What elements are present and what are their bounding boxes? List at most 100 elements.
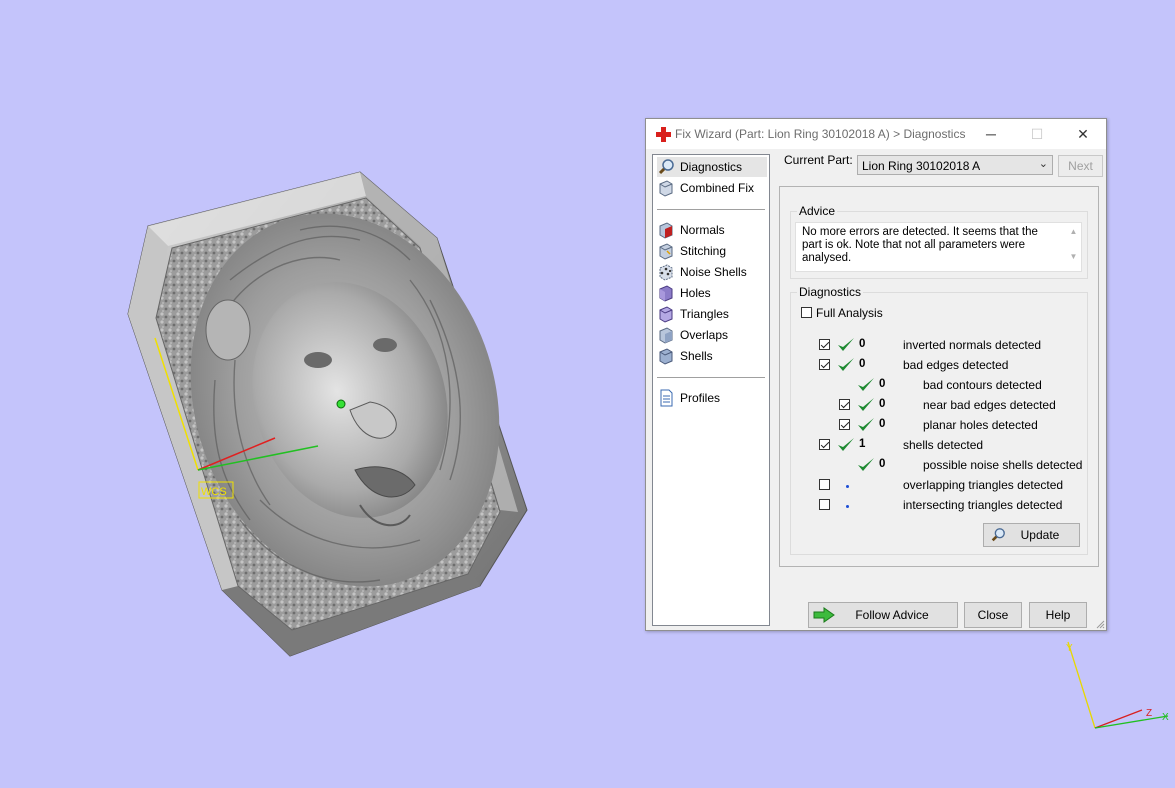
holes-cube-icon: [659, 285, 673, 302]
axis-z-label: Z: [1146, 708, 1152, 719]
minimize-button[interactable]: ─: [968, 119, 1014, 149]
diagnostic-checkbox[interactable]: [819, 439, 830, 450]
pending-dot-icon: [846, 485, 849, 488]
sidebar-item-noise-shells[interactable]: Noise Shells: [657, 262, 767, 282]
lion-eye-left: [304, 352, 332, 368]
normals-cube-icon: [659, 222, 673, 239]
green-check-icon: [838, 438, 854, 451]
sidebar-item-diagnostics[interactable]: Diagnostics: [657, 157, 767, 177]
noise-shells-icon: [659, 264, 673, 281]
lion-eye-right: [373, 338, 397, 352]
diagnostic-label: bad edges detected: [903, 358, 1009, 372]
axis-x-label: X: [1162, 712, 1169, 723]
sidebar-item-label: Normals: [680, 223, 725, 237]
sidebar-item-shells[interactable]: Shells: [657, 346, 767, 366]
sidebar-item-overlaps[interactable]: Overlaps: [657, 325, 767, 345]
sidebar-separator: [657, 209, 765, 211]
sidebar-item-label: Noise Shells: [680, 265, 747, 279]
diagnostic-label: near bad edges detected: [923, 398, 1056, 412]
green-check-icon: [838, 338, 854, 351]
diagnostic-count: 0: [879, 458, 886, 470]
window-title: Fix Wizard (Part: Lion Ring 30102018 A) …: [675, 127, 966, 141]
diagnostic-count: 1: [859, 438, 866, 450]
full-analysis-label: Full Analysis: [816, 306, 883, 320]
advice-title: Advice: [797, 204, 838, 218]
diagnostic-checkbox[interactable]: [819, 499, 830, 510]
scroll-down-icon[interactable]: ▼: [1066, 252, 1081, 261]
diagnostic-row: 0 near bad edges detected: [791, 397, 1087, 415]
green-check-icon: [858, 458, 874, 471]
sidebar-item-label: Profiles: [680, 391, 721, 405]
advice-textbox[interactable]: No more errors are detected. It seems th…: [795, 222, 1082, 272]
help-button[interactable]: Help: [1029, 602, 1087, 628]
full-analysis-checkbox[interactable]: [801, 307, 812, 318]
sidebar-item-label: Combined Fix: [680, 181, 755, 195]
stitching-cube-icon: [659, 243, 673, 260]
wcs-label: WCS: [201, 486, 227, 498]
diagnostics-title: Diagnostics: [797, 285, 864, 299]
green-check-icon: [858, 418, 874, 431]
diagnostic-checkbox[interactable]: [819, 479, 830, 490]
sidebar-item-label: Stitching: [680, 244, 727, 258]
diagnostic-label: overlapping triangles detected: [903, 478, 1064, 492]
sidebar-item-label: Triangles: [680, 307, 729, 321]
sidebar-item-combined-fix[interactable]: Combined Fix: [657, 178, 767, 198]
advice-group: Advice No more errors are detected. It s…: [790, 204, 1088, 279]
diagnostics-group: Diagnostics Full Analysis 0 inverted norm…: [790, 285, 1088, 555]
update-button[interactable]: Update: [983, 523, 1080, 547]
axis-y-label: Y: [1066, 643, 1073, 654]
chevron-down-icon: ⌄: [1038, 158, 1048, 170]
sidebar-item-label: Diagnostics: [680, 160, 743, 174]
close-button[interactable]: Close: [964, 602, 1022, 628]
follow-advice-button[interactable]: Follow Advice: [808, 602, 958, 628]
diagnostic-checkbox[interactable]: [839, 399, 850, 410]
advice-scrollbar[interactable]: ▲ ▼: [1066, 223, 1081, 271]
sidebar-item-triangles[interactable]: Triangles: [657, 304, 767, 324]
document-icon: [660, 389, 673, 407]
diagnostic-row: 0 inverted normals detected: [791, 337, 1087, 355]
next-button[interactable]: Next: [1058, 155, 1103, 177]
current-part-value: Lion Ring 30102018 A: [862, 159, 981, 173]
maximize-button[interactable]: ☐: [1014, 119, 1060, 149]
sidebar-separator: [657, 377, 765, 379]
scroll-up-icon[interactable]: ▲: [1066, 227, 1081, 236]
lion-ring-part: [127, 171, 528, 657]
magnifier-icon: [991, 528, 1005, 542]
diagnostic-label: intersecting triangles detected: [903, 498, 1063, 512]
diagnostic-row: overlapping triangles detected: [791, 477, 1087, 495]
diagnostic-label: possible noise shells detected: [923, 458, 1083, 472]
title-bar[interactable]: Fix Wizard (Part: Lion Ring 30102018 A) …: [646, 119, 1106, 149]
green-check-icon: [838, 358, 854, 371]
diagnostic-checkbox[interactable]: [819, 339, 830, 350]
update-label: Update: [1020, 528, 1060, 542]
green-check-icon: [858, 398, 874, 411]
diagnostic-count: 0: [859, 338, 866, 350]
diagnostic-label: planar holes detected: [923, 418, 1038, 432]
resize-grip[interactable]: [1095, 619, 1105, 629]
lion-ear: [205, 299, 251, 361]
sidebar-item-normals[interactable]: Normals: [657, 220, 767, 240]
sidebar-item-profiles[interactable]: Profiles: [657, 388, 767, 408]
triangles-cube-icon: [659, 306, 673, 323]
sidebar-item-label: Overlaps: [680, 328, 729, 342]
current-part-dropdown[interactable]: Lion Ring 30102018 A ⌄: [857, 155, 1053, 175]
diagnostic-row: 0 possible noise shells detected: [791, 457, 1087, 475]
follow-advice-label: Follow Advice: [855, 608, 929, 622]
sidebar-item-holes[interactable]: Holes: [657, 283, 767, 303]
close-window-button[interactable]: ✕: [1060, 119, 1106, 149]
overlaps-cube-icon: [659, 327, 673, 344]
orientation-triad: Y Z X: [1066, 641, 1169, 729]
diagnostic-count: 0: [879, 378, 886, 390]
sidebar-item-stitching[interactable]: Stitching: [657, 241, 767, 261]
diagnostic-label: shells detected: [903, 438, 984, 452]
diagnostic-row: intersecting triangles detected: [791, 497, 1087, 515]
diagnostic-count: 0: [859, 358, 866, 370]
diagnostic-checkbox[interactable]: [819, 359, 830, 370]
diagnostic-row: 1 shells detected: [791, 437, 1087, 455]
model-viewport[interactable]: WCS: [0, 0, 640, 700]
diagnostic-label: inverted normals detected: [903, 338, 1042, 352]
app-red-cross-icon: [656, 127, 671, 142]
fix-steps-list: Diagnostics Combined Fix Normals Stitchi…: [652, 154, 770, 626]
advice-text: No more errors are detected. It seems th…: [802, 226, 1038, 264]
diagnostic-checkbox[interactable]: [839, 419, 850, 430]
